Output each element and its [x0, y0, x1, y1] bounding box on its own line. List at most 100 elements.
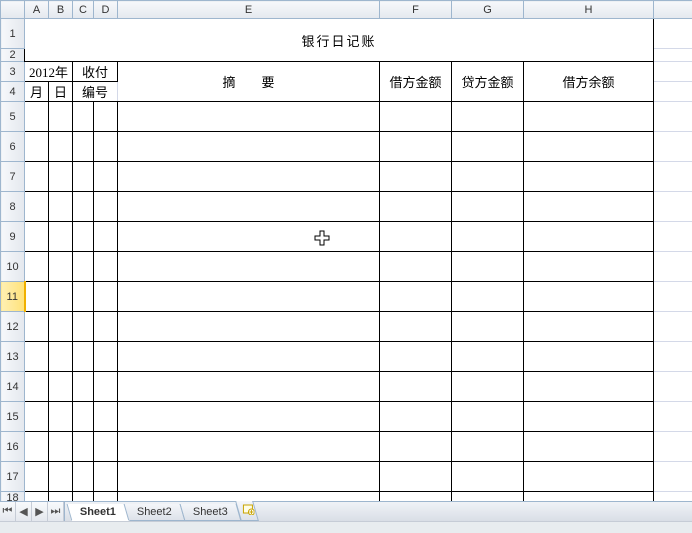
- cell-B5[interactable]: [49, 102, 73, 132]
- cell-D5[interactable]: [94, 102, 118, 132]
- cell-A5[interactable]: [25, 102, 49, 132]
- colE[interactable]: E: [118, 1, 380, 19]
- cell-H9[interactable]: [524, 222, 654, 252]
- cell-A17[interactable]: [25, 462, 49, 492]
- cell-E17[interactable]: [118, 462, 380, 492]
- cell-H16[interactable]: [524, 432, 654, 462]
- cell-E8[interactable]: [118, 192, 380, 222]
- cell-C11[interactable]: [73, 282, 94, 312]
- cell-G15[interactable]: [452, 402, 524, 432]
- hdr-serial[interactable]: 编号: [73, 82, 118, 102]
- tab-sheet2[interactable]: Sheet2: [124, 504, 186, 521]
- cell-D13[interactable]: [94, 342, 118, 372]
- cell-G14[interactable]: [452, 372, 524, 402]
- cell-A10[interactable]: [25, 252, 49, 282]
- cell-F8[interactable]: [380, 192, 452, 222]
- cell-B12[interactable]: [49, 312, 73, 342]
- cell-pad-12[interactable]: [654, 312, 692, 342]
- cell-B9[interactable]: [49, 222, 73, 252]
- cell-H14[interactable]: [524, 372, 654, 402]
- cell-pad-14[interactable]: [654, 372, 692, 402]
- hdr-debit[interactable]: 借方金额: [380, 62, 452, 102]
- colB[interactable]: B: [49, 1, 73, 19]
- cell-A14[interactable]: [25, 372, 49, 402]
- row-5[interactable]: 5: [1, 102, 25, 132]
- cell-F9[interactable]: [380, 222, 452, 252]
- row-1[interactable]: 1: [1, 19, 25, 49]
- cell-F7[interactable]: [380, 162, 452, 192]
- hdr-month[interactable]: 月: [25, 82, 49, 102]
- cell-G7[interactable]: [452, 162, 524, 192]
- cell-G9[interactable]: [452, 222, 524, 252]
- cell-A16[interactable]: [25, 432, 49, 462]
- cell-H6[interactable]: [524, 132, 654, 162]
- colA[interactable]: A: [25, 1, 49, 19]
- nav-first-button[interactable]: ⏮: [0, 502, 16, 521]
- cell-G8[interactable]: [452, 192, 524, 222]
- title-cell[interactable]: 银行日记账: [25, 19, 654, 62]
- cell-D15[interactable]: [94, 402, 118, 432]
- cell-B8[interactable]: [49, 192, 73, 222]
- tab-sheet1[interactable]: Sheet1: [67, 504, 130, 521]
- cell-D12[interactable]: [94, 312, 118, 342]
- hdr-year[interactable]: 2012年: [25, 62, 73, 82]
- row-16[interactable]: 16: [1, 432, 25, 462]
- cell-C6[interactable]: [73, 132, 94, 162]
- cell-D7[interactable]: [94, 162, 118, 192]
- cell-G12[interactable]: [452, 312, 524, 342]
- row-4[interactable]: 4: [1, 82, 25, 102]
- nav-prev-button[interactable]: ◀: [16, 502, 32, 521]
- cell-D6[interactable]: [94, 132, 118, 162]
- cell-F12[interactable]: [380, 312, 452, 342]
- cell-F10[interactable]: [380, 252, 452, 282]
- cell-D8[interactable]: [94, 192, 118, 222]
- cell-B6[interactable]: [49, 132, 73, 162]
- cell-pad-11[interactable]: [654, 282, 692, 312]
- colG[interactable]: G: [452, 1, 524, 19]
- row-13[interactable]: 13: [1, 342, 25, 372]
- cell-H5[interactable]: [524, 102, 654, 132]
- row-8[interactable]: 8: [1, 192, 25, 222]
- cell-A13[interactable]: [25, 342, 49, 372]
- row-14[interactable]: 14: [1, 372, 25, 402]
- cell-E12[interactable]: [118, 312, 380, 342]
- cell-pad-5[interactable]: [654, 102, 692, 132]
- cell-A7[interactable]: [25, 162, 49, 192]
- hdr-balance[interactable]: 借方余额: [524, 62, 654, 102]
- cell-A9[interactable]: [25, 222, 49, 252]
- cell-D17[interactable]: [94, 462, 118, 492]
- colD[interactable]: D: [94, 1, 118, 19]
- cell-E14[interactable]: [118, 372, 380, 402]
- cell-F5[interactable]: [380, 102, 452, 132]
- sheet-nav-buttons[interactable]: ⏮ ◀ ▶ ⏭: [0, 502, 65, 521]
- cell-E9[interactable]: [118, 222, 380, 252]
- worksheet-grid-clean[interactable]: A B C D E F G H 1 银行日记账 2 3 2012年 收付 摘 要…: [0, 0, 692, 505]
- cell-B13[interactable]: [49, 342, 73, 372]
- cell-E5[interactable]: [118, 102, 380, 132]
- cell-E10[interactable]: [118, 252, 380, 282]
- cell-pad-8[interactable]: [654, 192, 692, 222]
- hdr-summary[interactable]: 摘 要: [118, 62, 380, 102]
- cell-pad-6[interactable]: [654, 132, 692, 162]
- cell-C12[interactable]: [73, 312, 94, 342]
- cell-F15[interactable]: [380, 402, 452, 432]
- row-3[interactable]: 3: [1, 62, 25, 82]
- cell-C16[interactable]: [73, 432, 94, 462]
- cell-pad-9[interactable]: [654, 222, 692, 252]
- cell-B16[interactable]: [49, 432, 73, 462]
- sheet-tabs[interactable]: Sheet1 Sheet2 Sheet3: [65, 502, 255, 521]
- cell-F13[interactable]: [380, 342, 452, 372]
- cell-pad-7[interactable]: [654, 162, 692, 192]
- cell-H7[interactable]: [524, 162, 654, 192]
- cell-G6[interactable]: [452, 132, 524, 162]
- cell-pad-17[interactable]: [654, 462, 692, 492]
- cell-A6[interactable]: [25, 132, 49, 162]
- cell-C13[interactable]: [73, 342, 94, 372]
- cell-E7[interactable]: [118, 162, 380, 192]
- cell-C14[interactable]: [73, 372, 94, 402]
- cell-A12[interactable]: [25, 312, 49, 342]
- column-headers[interactable]: A B C D E F G H: [1, 1, 692, 19]
- cell-G11[interactable]: [452, 282, 524, 312]
- cell-B17[interactable]: [49, 462, 73, 492]
- cell-H15[interactable]: [524, 402, 654, 432]
